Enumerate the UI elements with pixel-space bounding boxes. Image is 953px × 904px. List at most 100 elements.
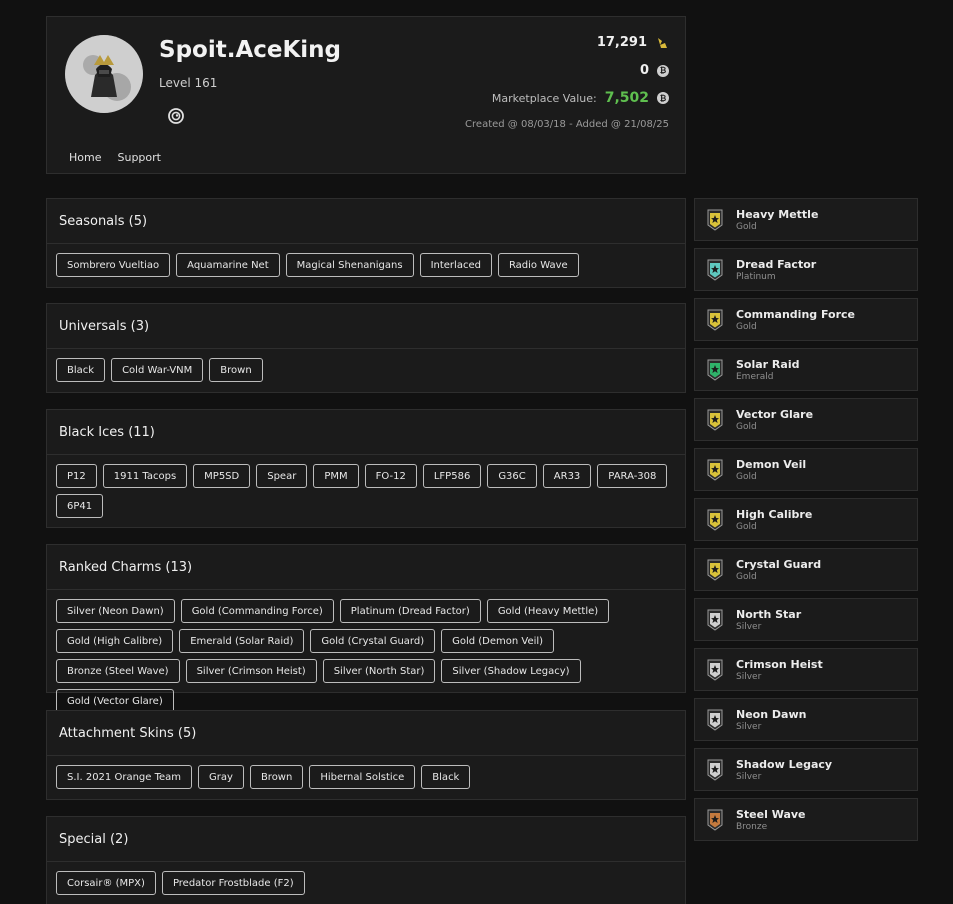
item-chip[interactable]: S.I. 2021 Orange Team bbox=[56, 765, 193, 789]
item-chip[interactable]: Gold (Commanding Force) bbox=[180, 599, 334, 623]
charm-card[interactable]: North Star Silver bbox=[694, 598, 918, 641]
ranked-charm-icon bbox=[707, 459, 723, 481]
charm-name: Commanding Force bbox=[736, 308, 856, 321]
charm-name: High Calibre bbox=[736, 508, 813, 521]
charm-tier: Silver bbox=[736, 722, 762, 732]
coins-stat: 0 ₿ bbox=[640, 63, 669, 78]
item-chip[interactable]: FO-12 bbox=[364, 464, 417, 488]
ranked-charm-icon bbox=[707, 409, 723, 431]
charm-card[interactable]: Dread Factor Platinum bbox=[694, 248, 918, 291]
charm-card[interactable]: Commanding Force Gold bbox=[694, 298, 918, 341]
section-title: Black Ices (11) bbox=[47, 410, 685, 455]
item-chip[interactable]: Black bbox=[421, 765, 471, 789]
ubisoft-icon[interactable] bbox=[168, 108, 184, 124]
chip-list: S.I. 2021 Orange Team Gray Brown Hiberna… bbox=[47, 756, 685, 789]
item-chip[interactable]: PARA-308 bbox=[597, 464, 668, 488]
charm-card[interactable]: Heavy Mettle Gold bbox=[694, 198, 918, 241]
item-chip[interactable]: G36C bbox=[487, 464, 537, 488]
item-chip[interactable]: Gold (Crystal Guard) bbox=[310, 629, 436, 653]
item-chip[interactable]: Predator Frostblade (F2) bbox=[161, 871, 305, 895]
charm-tier: Gold bbox=[736, 572, 757, 582]
credits-value: 17,291 bbox=[596, 35, 647, 50]
charm-name: Solar Raid bbox=[736, 358, 800, 371]
nav-home-link[interactable]: Home bbox=[69, 151, 101, 164]
charm-tier: Gold bbox=[736, 222, 757, 232]
section-title: Universals (3) bbox=[47, 304, 685, 349]
charm-card[interactable]: Vector Glare Gold bbox=[694, 398, 918, 441]
profile-nav: Home Support bbox=[69, 151, 161, 164]
ranked-charm-icon bbox=[707, 309, 723, 331]
item-chip[interactable]: Brown bbox=[209, 358, 263, 382]
charm-name: Vector Glare bbox=[736, 408, 814, 421]
chip-list: Black Cold War-VNM Brown bbox=[47, 349, 685, 382]
item-chip[interactable]: Gold (Heavy Mettle) bbox=[486, 599, 610, 623]
marketplace-stat: Marketplace Value: 7,502 ₿ bbox=[492, 90, 669, 106]
section-title: Special (2) bbox=[47, 817, 685, 862]
charm-tier: Platinum bbox=[736, 272, 776, 282]
ranked-charm-icon bbox=[707, 609, 723, 631]
item-chip[interactable]: AR33 bbox=[542, 464, 592, 488]
charm-card[interactable]: Demon Veil Gold bbox=[694, 448, 918, 491]
item-chip[interactable]: Spear bbox=[256, 464, 308, 488]
item-chip[interactable]: Black bbox=[56, 358, 106, 382]
section-title: Ranked Charms (13) bbox=[47, 545, 685, 590]
item-chip[interactable]: Platinum (Dread Factor) bbox=[339, 599, 481, 623]
player-level: Level 161 bbox=[159, 76, 218, 90]
avatar bbox=[65, 35, 143, 113]
item-chip[interactable]: Silver (Neon Dawn) bbox=[56, 599, 175, 623]
item-chip[interactable]: Sombrero Vueltiao bbox=[56, 253, 171, 277]
nav-support-link[interactable]: Support bbox=[117, 151, 160, 164]
item-chip[interactable]: Radio Wave bbox=[497, 253, 579, 277]
item-chip[interactable]: Aquamarine Net bbox=[176, 253, 280, 277]
item-chip[interactable]: 6P41 bbox=[56, 494, 104, 518]
charm-name: Heavy Mettle bbox=[736, 208, 819, 221]
ranked-charm-icon bbox=[707, 659, 723, 681]
charm-card[interactable]: Steel Wave Bronze bbox=[694, 798, 918, 841]
ranked-charm-icon bbox=[707, 559, 723, 581]
credits-icon bbox=[658, 37, 667, 48]
item-chip[interactable]: LFP586 bbox=[422, 464, 482, 488]
section-title: Seasonals (5) bbox=[47, 199, 685, 244]
item-chip[interactable]: Silver (Shadow Legacy) bbox=[441, 659, 581, 683]
section-seasonals: Seasonals (5) Sombrero Vueltiao Aquamari… bbox=[46, 198, 686, 288]
charm-tier: Gold bbox=[736, 472, 757, 482]
item-chip[interactable]: Gold (High Calibre) bbox=[56, 629, 174, 653]
charm-card[interactable]: Shadow Legacy Silver bbox=[694, 748, 918, 791]
item-chip[interactable]: Gold (Demon Veil) bbox=[441, 629, 555, 653]
item-chip[interactable]: Bronze (Steel Wave) bbox=[56, 659, 180, 683]
section-ranked-charms: Ranked Charms (13) Silver (Neon Dawn) Go… bbox=[46, 544, 686, 713]
item-chip[interactable]: Magical Shenanigans bbox=[285, 253, 414, 277]
charm-card[interactable]: Solar Raid Emerald bbox=[694, 348, 918, 391]
ranked-charm-icon bbox=[707, 359, 723, 381]
item-chip[interactable]: 1911 Tacops bbox=[102, 464, 188, 488]
item-chip[interactable]: PMM bbox=[313, 464, 359, 488]
item-chip[interactable]: Hibernal Solstice bbox=[309, 765, 416, 789]
ranked-charm-icon bbox=[707, 259, 723, 281]
item-chip[interactable]: Brown bbox=[249, 765, 304, 789]
username: Spoit.AceKing bbox=[159, 37, 342, 63]
item-chip[interactable]: P12 bbox=[56, 464, 97, 488]
item-chip[interactable]: Silver (Crimson Heist) bbox=[185, 659, 317, 683]
section-black-ices: Black Ices (11) P12 1911 Tacops MP5SD Sp… bbox=[46, 409, 686, 528]
item-chip[interactable]: Gray bbox=[198, 765, 244, 789]
item-chip[interactable]: Interlaced bbox=[419, 253, 492, 277]
item-chip[interactable]: Cold War-VNM bbox=[111, 358, 204, 382]
charm-name: Demon Veil bbox=[736, 458, 807, 471]
item-chip[interactable]: Silver (North Star) bbox=[322, 659, 436, 683]
charm-tier: Silver bbox=[736, 772, 762, 782]
charm-card[interactable]: Crystal Guard Gold bbox=[694, 548, 918, 591]
coin-icon: ₿ bbox=[657, 64, 669, 77]
item-chip[interactable]: Emerald (Solar Raid) bbox=[179, 629, 305, 653]
section-attachment-skins: Attachment Skins (5) S.I. 2021 Orange Te… bbox=[46, 710, 686, 800]
charm-card[interactable]: High Calibre Gold bbox=[694, 498, 918, 541]
charm-card[interactable]: Neon Dawn Silver bbox=[694, 698, 918, 741]
item-chip[interactable]: Corsair® (MPX) bbox=[56, 871, 156, 895]
charm-card[interactable]: Crimson Heist Silver bbox=[694, 648, 918, 691]
item-chip[interactable]: MP5SD bbox=[193, 464, 251, 488]
ranked-charm-icon bbox=[707, 809, 723, 831]
charm-name: Crystal Guard bbox=[736, 558, 822, 571]
charm-tier: Silver bbox=[736, 672, 762, 682]
section-universals: Universals (3) Black Cold War-VNM Brown bbox=[46, 303, 686, 393]
ranked-charm-icon bbox=[707, 209, 723, 231]
charm-name: Neon Dawn bbox=[736, 708, 807, 721]
